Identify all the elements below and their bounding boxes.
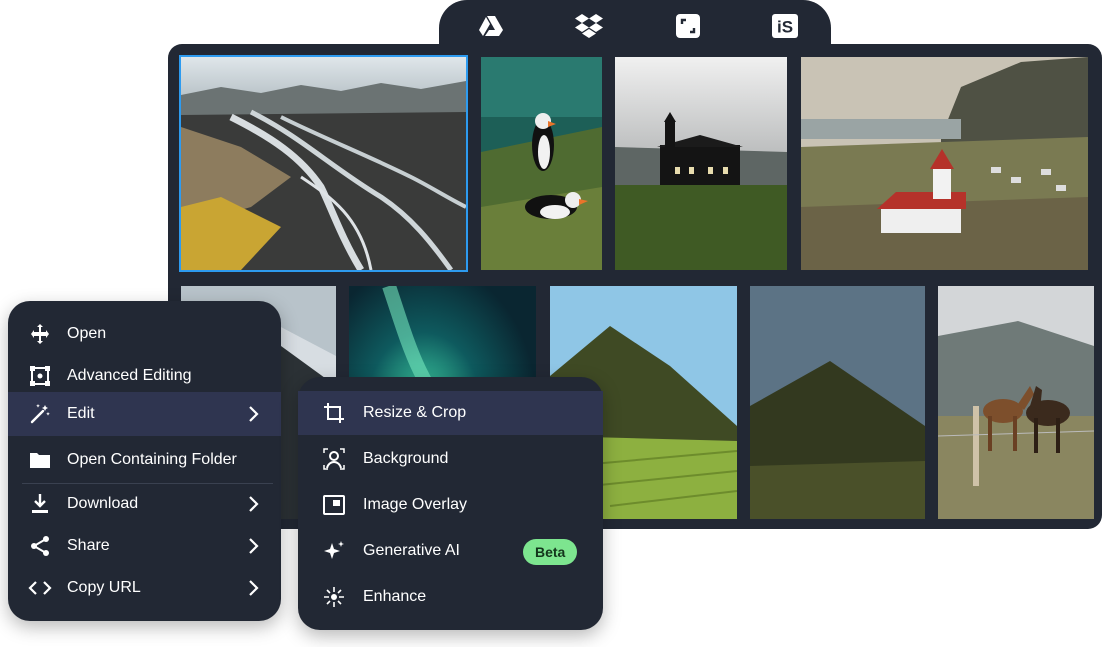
context-menu: Open Advanced Editing Edit Open Containi… xyxy=(8,301,281,621)
submenu-item-generative-ai[interactable]: Generative AI Beta xyxy=(298,530,603,572)
menu-item-share[interactable]: Share xyxy=(8,525,281,567)
share-icon xyxy=(28,534,52,558)
crop-icon xyxy=(322,401,346,425)
thumb-black-church[interactable] xyxy=(615,57,787,270)
thumb-coastal-church[interactable] xyxy=(801,57,1088,270)
enhance-icon xyxy=(322,585,346,609)
menu-item-download[interactable]: Download xyxy=(8,483,281,525)
thumb-puffins[interactable] xyxy=(481,57,602,270)
istock-logo-icon[interactable]: iS xyxy=(771,12,799,40)
dropbox-icon[interactable] xyxy=(575,12,603,40)
menu-item-open[interactable]: Open xyxy=(8,313,281,355)
edit-submenu: Resize & Crop Background Image Overlay G… xyxy=(298,377,603,630)
submenu-item-image-overlay[interactable]: Image Overlay xyxy=(298,484,603,526)
chevron-right-icon xyxy=(243,494,263,514)
thumb-river-delta[interactable] xyxy=(179,55,468,272)
code-icon xyxy=(28,576,52,600)
selection-frame-icon xyxy=(28,364,52,388)
download-icon xyxy=(28,492,52,516)
sparkles-icon xyxy=(322,539,346,563)
beta-badge: Beta xyxy=(523,539,578,565)
svg-text:iS: iS xyxy=(777,18,793,37)
menu-item-edit[interactable]: Edit xyxy=(8,392,281,436)
menu-item-advanced-editing[interactable]: Advanced Editing xyxy=(8,355,281,397)
submenu-item-resize-crop[interactable]: Resize & Crop xyxy=(298,391,603,435)
background-person-icon xyxy=(322,447,346,471)
chevron-right-icon xyxy=(243,578,263,598)
overlay-icon xyxy=(322,493,346,517)
submenu-item-background[interactable]: Background xyxy=(298,438,603,480)
submenu-item-enhance[interactable]: Enhance xyxy=(298,576,603,618)
move-arrows-icon xyxy=(28,322,52,346)
crop-frame-icon[interactable] xyxy=(674,12,702,40)
thumb-dark-mountain[interactable] xyxy=(750,286,925,519)
chevron-right-icon xyxy=(243,536,263,556)
thumb-horses[interactable] xyxy=(938,286,1094,519)
folder-icon xyxy=(28,448,52,472)
menu-item-open-containing-folder[interactable]: Open Containing Folder xyxy=(8,439,281,481)
chevron-right-icon xyxy=(243,404,263,424)
google-drive-icon[interactable] xyxy=(477,12,505,40)
menu-item-copy-url[interactable]: Copy URL xyxy=(8,567,281,609)
magic-wand-icon xyxy=(28,402,52,426)
